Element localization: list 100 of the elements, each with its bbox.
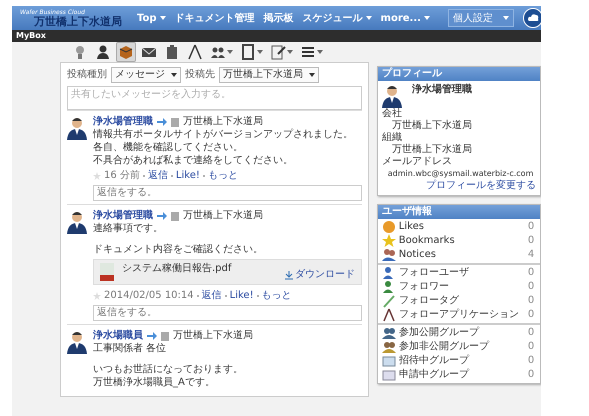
caret-icon <box>257 50 263 54</box>
message-input[interactable]: 共有したいメッセージを入力する。 <box>67 86 362 110</box>
pdf-file-icon <box>100 263 114 281</box>
field-value: 万世橋上下水道局 <box>390 144 473 156</box>
group-name[interactable]: 万世橋上下水道局 <box>183 210 263 222</box>
field-label: メールアドレス <box>382 156 453 168</box>
count-text: 0 <box>526 281 536 293</box>
post-target-label: 投稿先 <box>185 69 215 81</box>
user-info-item[interactable]: フォロータグ 0 <box>382 294 536 308</box>
user-info-item[interactable]: 参加公開グループ 0 <box>382 326 536 340</box>
cloud-logo-icon <box>522 8 541 28</box>
dot-separator-icon <box>202 175 205 177</box>
caret-icon <box>502 16 509 20</box>
group-name[interactable]: 万世橋上下水道局 <box>183 116 263 128</box>
post-time: 16 分前 <box>104 170 140 182</box>
dot-separator-icon <box>170 175 173 177</box>
nav-link[interactable]: スケジュール <box>302 11 372 25</box>
caret-icon <box>227 50 233 54</box>
dot-separator-icon <box>196 295 199 297</box>
person-icon <box>382 280 396 294</box>
clipboard-icon <box>164 44 180 60</box>
group-name[interactable]: 万世橋上下水道局 <box>173 330 253 342</box>
star-icon <box>382 234 396 248</box>
reply-input[interactable]: 返信をする。 <box>93 305 362 321</box>
person-avatar <box>382 84 402 108</box>
user-info-header: ユーザ情報 <box>378 205 540 219</box>
edit-icon <box>270 44 286 60</box>
post-action-link[interactable]: もっと <box>208 170 238 182</box>
post-type-label: 投稿種別 <box>67 69 107 81</box>
user-info-item[interactable]: 招待中グループ 0 <box>382 354 536 368</box>
box-icon <box>118 44 134 60</box>
arrow-icon <box>147 332 157 340</box>
author-link[interactable]: 浄水場管理職 <box>93 210 153 222</box>
post-text: いつもお世話になっております。 <box>93 364 244 376</box>
caret-icon <box>317 50 323 54</box>
person-icon <box>382 266 396 280</box>
count-text: 0 <box>526 341 536 353</box>
count-text: 0 <box>526 369 536 381</box>
user-info-item[interactable]: フォローユーザ 0 <box>382 266 536 280</box>
post-text: ドキュメント内容をご確認ください。 <box>93 244 264 256</box>
post-action-link[interactable]: Like! <box>230 290 254 302</box>
field-value: admin.wbc@sysmail.waterbiz-c.com <box>386 168 534 180</box>
post-type-select[interactable]: メッセージ <box>111 67 181 83</box>
count-text: 0 <box>526 235 536 247</box>
caret-icon <box>309 73 315 77</box>
file-name[interactable]: システム稼働日報告.pdf <box>122 263 277 281</box>
post-action-link[interactable]: Like! <box>176 170 200 182</box>
user-info-item[interactable]: 参加非公開グループ 0 <box>382 340 536 354</box>
post-action-link[interactable]: もっと <box>262 290 292 302</box>
tablet-icon <box>240 44 256 60</box>
compass-icon <box>382 308 396 322</box>
profile-header: プロフィール <box>378 67 540 81</box>
count-text: 0 <box>526 221 536 233</box>
caret-icon <box>287 50 293 54</box>
box-tool-button[interactable] <box>116 42 136 62</box>
person-icon <box>95 44 111 60</box>
field-label: 会社 <box>382 108 403 120</box>
arrow-icon <box>157 212 167 220</box>
field-label: 組織 <box>382 132 403 144</box>
post-text: 工事関係者 各位 <box>93 343 168 355</box>
count-text: 4 <box>526 249 536 261</box>
profile-name: 浄水場管理職 <box>412 84 472 97</box>
field-value: 万世橋上下水道局 <box>390 120 473 132</box>
user-info-item[interactable]: Notices 4 <box>382 248 536 262</box>
count-text: 0 <box>526 295 536 307</box>
author-link[interactable]: 浄水場職員 <box>93 330 143 342</box>
person-avatar <box>67 116 87 140</box>
nav-link[interactable]: 掲示板 <box>264 11 294 25</box>
post-text: 万世橋浄水場職員_Aです。 <box>93 377 216 389</box>
author-link[interactable]: 浄水場管理職 <box>93 116 153 128</box>
caret-icon <box>424 16 430 20</box>
download-link[interactable]: ダウンロード <box>284 269 355 281</box>
caret-icon <box>160 16 166 20</box>
dot-separator-icon <box>224 295 227 297</box>
reply-input[interactable]: 返信をする。 <box>93 185 362 201</box>
nav-link[interactable]: ドキュメント管理 <box>174 11 255 25</box>
caret-icon <box>171 73 177 77</box>
user-info-item[interactable]: 申請中グループ 0 <box>382 368 536 382</box>
post-action-link[interactable]: 返信 <box>148 170 168 182</box>
star-icon <box>93 292 101 300</box>
count-text: 0 <box>526 327 536 339</box>
count-text: 0 <box>526 309 536 321</box>
dot-separator-icon <box>256 295 259 297</box>
nav-link[interactable]: more... <box>380 12 430 24</box>
user-info-item[interactable]: フォローアプリケーション 0 <box>382 308 536 322</box>
post-target-select[interactable]: 万世橋上下水道局 <box>219 67 319 83</box>
compass-icon <box>187 44 203 60</box>
user-info-item[interactable]: Bookmarks 0 <box>382 234 536 248</box>
group-icon <box>382 340 396 354</box>
count-text: 0 <box>526 355 536 367</box>
post-action-link[interactable]: 返信 <box>202 290 222 302</box>
dot-separator-icon <box>142 175 145 177</box>
nav-link[interactable]: Top <box>137 12 166 24</box>
user-info-item[interactable]: フォロワー 0 <box>382 280 536 294</box>
user-info-item[interactable]: Likes 0 <box>382 220 536 234</box>
group-icon <box>382 326 396 340</box>
edit-profile-link[interactable]: プロフィールを変更する <box>426 180 536 192</box>
post-time: 2014/02/05 10:14 <box>104 290 194 302</box>
page-title-bar: MyBox <box>12 30 541 42</box>
post-text: 不具合があれば私まで連絡をしてください。 <box>93 155 294 167</box>
